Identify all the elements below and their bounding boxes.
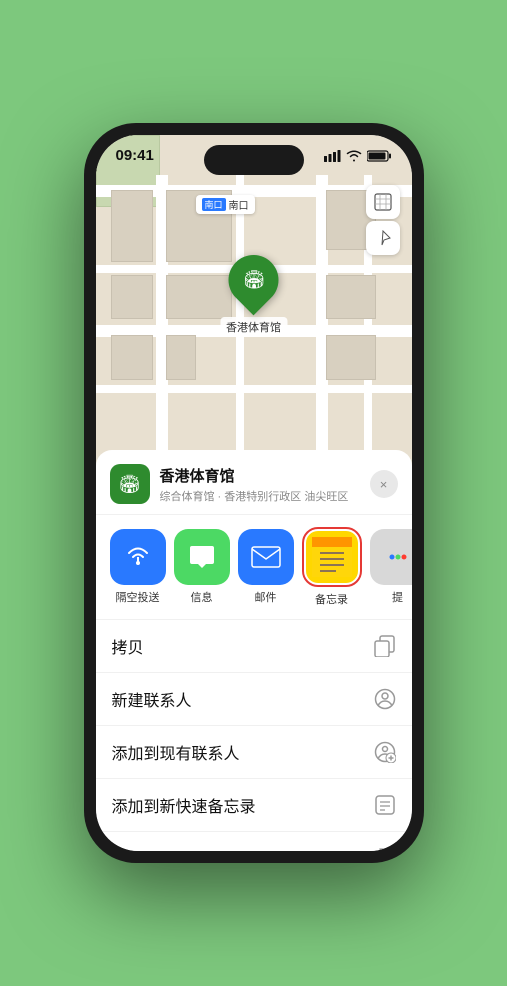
dynamic-island: [204, 145, 304, 175]
more-dots-icon: [384, 543, 412, 571]
wifi-icon: [346, 150, 362, 162]
map-label-badge: 南口: [202, 198, 226, 211]
airdrop-label: 隔空投送: [116, 589, 160, 605]
person-circle-icon: [374, 688, 396, 710]
action-add-notes[interactable]: 添加到新快速备忘录: [96, 779, 412, 832]
battery-icon: [367, 150, 392, 162]
share-row: 隔空投送 信息: [96, 515, 412, 620]
copy-svg-icon: [374, 635, 396, 657]
phone-frame: 09:41: [84, 123, 424, 863]
copy-label: 拷贝: [112, 634, 144, 658]
status-time: 09:41: [116, 147, 154, 164]
notes-icon: [306, 531, 358, 583]
pin-circle: 🏟: [218, 245, 289, 316]
share-notes[interactable]: 备忘录: [302, 527, 362, 607]
airdrop-signal-icon: [124, 543, 152, 571]
mail-label: 邮件: [255, 589, 277, 605]
signal-icon: [324, 150, 341, 162]
messages-bubble-icon: [188, 544, 216, 570]
phone-screen: 09:41: [96, 135, 412, 851]
pin-label: 香港体育馆: [220, 317, 287, 337]
note-icon: [374, 794, 396, 816]
share-more[interactable]: 提: [370, 529, 412, 605]
new-contact-label: 新建联系人: [112, 687, 192, 711]
status-icons: [324, 150, 392, 162]
notes-highlight-border: [302, 527, 362, 587]
map-icon: [374, 193, 392, 211]
notes-lines-icon: [312, 537, 352, 577]
mail-icon: [238, 529, 294, 585]
map-pin: 🏟 香港体育馆: [220, 255, 287, 337]
pin-icon: 🏟: [242, 270, 265, 291]
venue-info: 香港体育馆 综合体育馆 · 香港特别行政区 油尖旺区: [160, 465, 370, 504]
map-north-entrance: 南口 南口: [196, 195, 255, 214]
action-new-contact[interactable]: 新建联系人: [96, 673, 412, 726]
mail-envelope-icon: [251, 546, 281, 568]
print-icon: [374, 847, 396, 851]
add-existing-label: 添加到现有联系人: [112, 740, 240, 764]
action-print[interactable]: 打印: [96, 832, 412, 851]
venue-description: 综合体育馆 · 香港特别行政区 油尖旺区: [160, 488, 370, 504]
map-controls: [366, 185, 400, 255]
location-button[interactable]: [366, 221, 400, 255]
more-label: 提: [392, 589, 403, 605]
share-messages[interactable]: 信息: [174, 529, 230, 605]
bottom-sheet: 🏟 香港体育馆 综合体育馆 · 香港特别行政区 油尖旺区 ×: [96, 450, 412, 851]
action-copy[interactable]: 拷贝: [96, 620, 412, 673]
messages-icon: [174, 529, 230, 585]
print-label: 打印: [112, 846, 144, 851]
add-existing-icon: [374, 741, 396, 764]
copy-icon: [374, 635, 396, 658]
venue-icon: 🏟: [110, 464, 150, 504]
person-add-circle-icon: [374, 741, 396, 763]
add-notes-label: 添加到新快速备忘录: [112, 793, 256, 817]
messages-label: 信息: [191, 589, 213, 605]
new-contact-icon: [374, 688, 396, 711]
share-mail[interactable]: 邮件: [238, 529, 294, 605]
printer-icon: [374, 847, 396, 851]
more-icon: [370, 529, 412, 585]
add-notes-icon: [374, 794, 396, 817]
map-view-toggle-button[interactable]: [366, 185, 400, 219]
venue-name: 香港体育馆: [160, 465, 370, 486]
close-button[interactable]: ×: [370, 470, 398, 498]
location-arrow-icon: [375, 230, 391, 246]
airdrop-icon: [110, 529, 166, 585]
notes-label: 备忘录: [315, 591, 348, 607]
share-airdrop[interactable]: 隔空投送: [110, 529, 166, 605]
venue-header: 🏟 香港体育馆 综合体育馆 · 香港特别行政区 油尖旺区 ×: [96, 450, 412, 515]
action-add-existing[interactable]: 添加到现有联系人: [96, 726, 412, 779]
